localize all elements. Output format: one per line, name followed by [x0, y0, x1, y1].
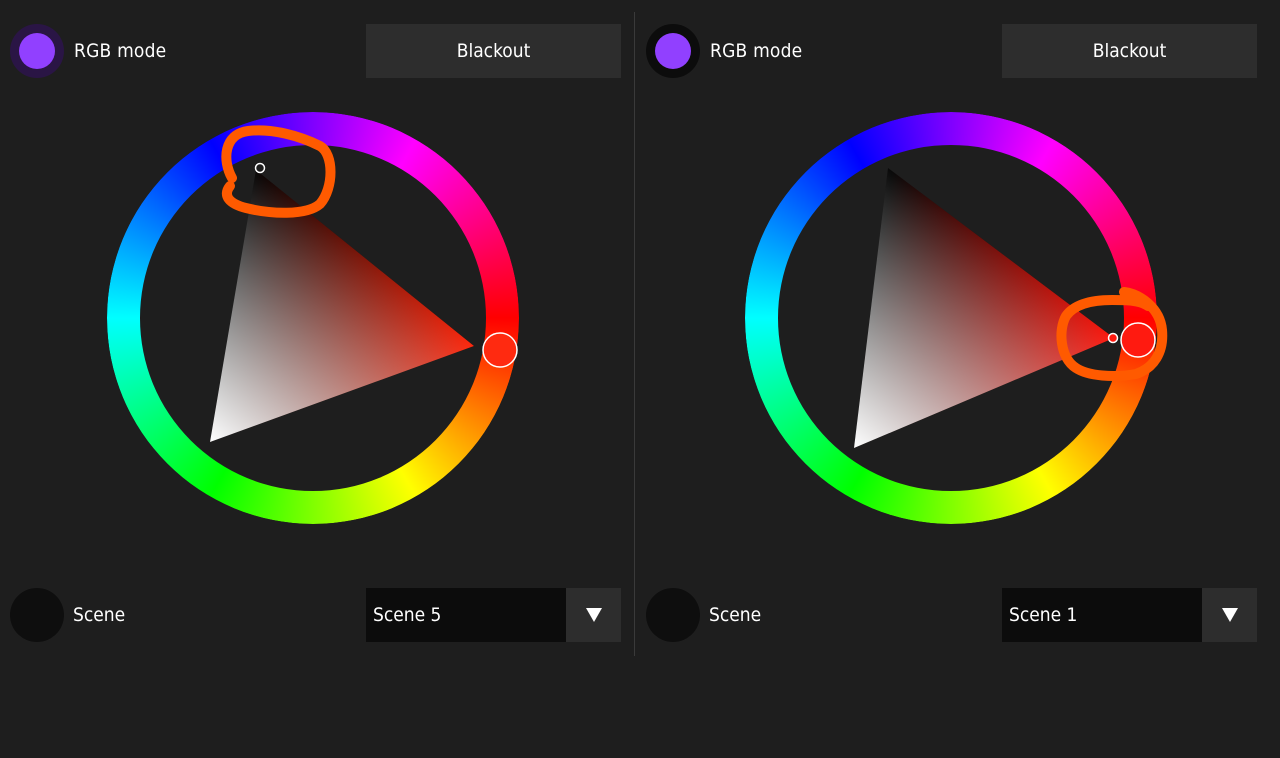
scene-label: Scene	[709, 604, 762, 626]
rgb-mode-toggle[interactable]: RGB mode	[646, 24, 802, 78]
purple-dot-icon	[19, 33, 55, 69]
color-handle[interactable]	[1107, 332, 1119, 344]
scene-dropdown[interactable]: Scene 5	[366, 588, 621, 642]
rgb-mode-label: RGB mode	[710, 40, 803, 62]
scene-toggle[interactable]: Scene	[646, 588, 761, 642]
scene-dropdown[interactable]: Scene 1	[1002, 588, 1257, 642]
scene-indicator[interactable]	[646, 588, 700, 642]
scene-indicator[interactable]	[10, 588, 64, 642]
blackout-button[interactable]: Blackout	[366, 24, 621, 78]
rgb-mode-label: RGB mode	[74, 40, 167, 62]
triangle-down-icon	[1221, 608, 1238, 622]
triangle-down-icon	[585, 608, 602, 622]
blackout-button[interactable]: Blackout	[1002, 24, 1257, 78]
right-panel: RGB mode Blackout Scene Scene 1	[636, 0, 1270, 758]
purple-dot-icon	[655, 33, 691, 69]
rgb-mode-indicator[interactable]	[10, 24, 64, 78]
scene-selected-value: Scene 1	[1009, 604, 1078, 626]
rgb-mode-toggle[interactable]: RGB mode	[10, 24, 166, 78]
panel-divider	[634, 12, 635, 656]
hue-handle[interactable]	[482, 332, 518, 368]
left-panel: RGB mode Blackout Scene Scene 5	[0, 0, 634, 758]
scene-label: Scene	[73, 604, 126, 626]
scene-toggle[interactable]: Scene	[10, 588, 125, 642]
dropdown-arrow-button[interactable]	[566, 588, 621, 642]
rgb-mode-indicator[interactable]	[646, 24, 700, 78]
hue-handle[interactable]	[1120, 322, 1156, 358]
color-handle[interactable]	[254, 162, 266, 174]
color-wheel[interactable]	[0, 90, 634, 550]
scene-selected-value: Scene 5	[373, 604, 442, 626]
color-wheel[interactable]	[636, 90, 1270, 550]
dropdown-arrow-button[interactable]	[1202, 588, 1257, 642]
